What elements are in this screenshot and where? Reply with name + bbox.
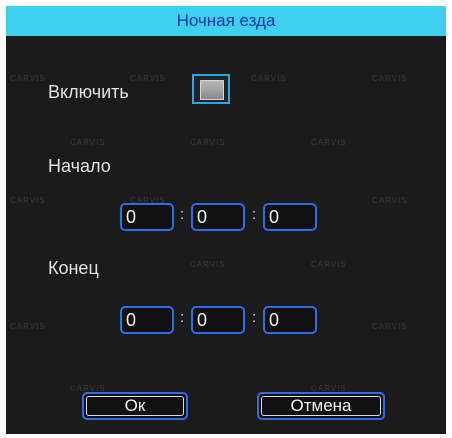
end-label: Конец: [48, 258, 99, 278]
watermark: CARVIS: [311, 138, 347, 147]
watermark: CARVIS: [10, 74, 46, 83]
title-bar: Ночная езда: [6, 6, 446, 36]
time-separator: :: [252, 309, 257, 326]
cancel-button-label: Отмена: [261, 396, 381, 416]
watermark: CARVIS: [10, 196, 46, 205]
time-separator: :: [180, 206, 185, 223]
start-second-field[interactable]: 0: [263, 203, 317, 231]
checkbox-box: [200, 80, 224, 100]
watermark: CARVIS: [251, 74, 287, 83]
enable-checkbox[interactable]: [192, 74, 230, 104]
end-second-field[interactable]: 0: [263, 306, 317, 334]
start-label: Начало: [48, 156, 111, 176]
watermark: CARVIS: [70, 138, 106, 147]
watermark: CARVIS: [190, 138, 226, 147]
end-hour-field[interactable]: 0: [120, 306, 174, 334]
end-minute-field[interactable]: 0: [191, 306, 245, 334]
start-hour-field[interactable]: 0: [120, 203, 174, 231]
watermark: CARVIS: [372, 196, 408, 205]
watermark: CARVIS: [311, 260, 347, 269]
start-minute-field[interactable]: 0: [191, 203, 245, 231]
watermark: CARVIS: [190, 260, 226, 269]
watermark: CARVIS: [10, 322, 46, 331]
ok-button[interactable]: Ок: [82, 392, 188, 420]
night-drive-dialog: CARVIS CARVIS CARVIS CARVIS CARVIS CARVI…: [6, 6, 446, 434]
watermark: CARVIS: [372, 74, 408, 83]
watermark: CARVIS: [130, 74, 166, 83]
cancel-button[interactable]: Отмена: [257, 392, 385, 420]
enable-label: Включить: [48, 82, 129, 102]
watermark: CARVIS: [372, 322, 408, 331]
dialog-title: Ночная езда: [176, 11, 276, 30]
time-separator: :: [252, 206, 257, 223]
time-separator: :: [180, 309, 185, 326]
ok-button-label: Ок: [86, 396, 184, 416]
